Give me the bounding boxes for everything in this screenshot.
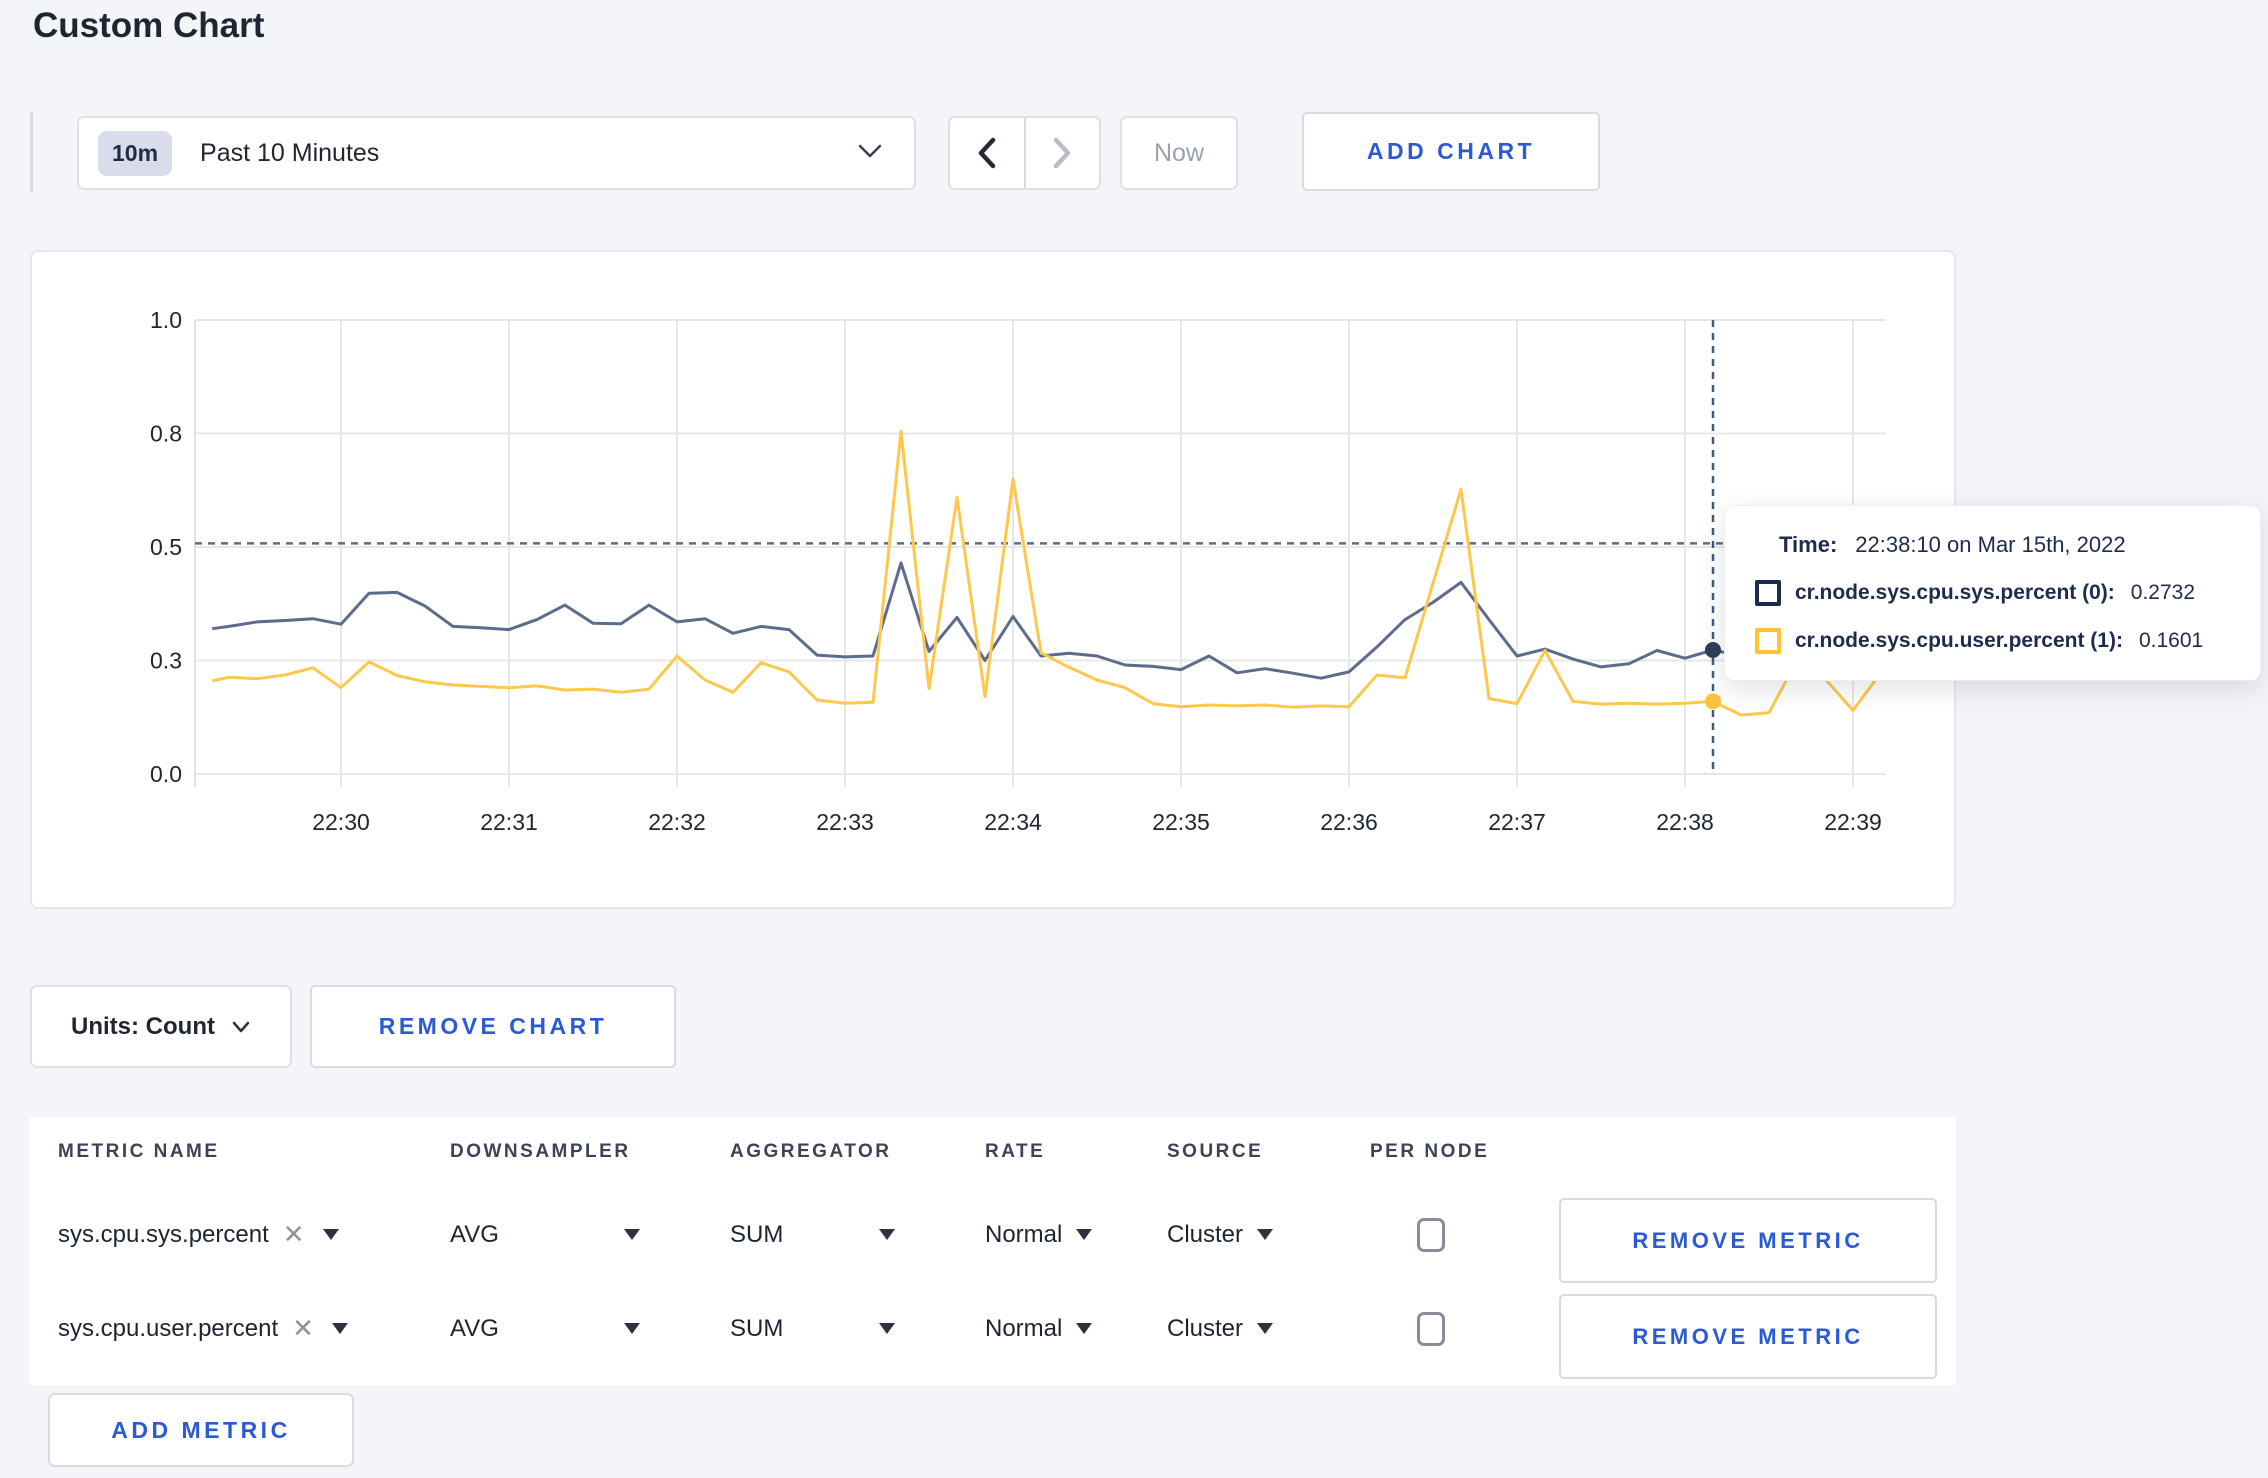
downsampler-dropdown[interactable]: AVG	[422, 1315, 702, 1343]
downsampler-dropdown[interactable]: AVG	[422, 1221, 702, 1249]
hover-dot-sys	[1705, 641, 1721, 658]
x-tick-label: 22:30	[312, 809, 370, 835]
aggregator-value: SUM	[730, 1220, 784, 1248]
y-tick-label: 0.0	[150, 761, 182, 787]
time-range-label: Past 10 Minutes	[200, 138, 380, 167]
y-tick-label: 1.0	[150, 307, 182, 333]
column-header-metric-name: METRIC NAME	[58, 1141, 220, 1162]
source-value: Cluster	[1167, 1314, 1244, 1342]
caret-down-icon	[1257, 1323, 1274, 1334]
remove-chart-button[interactable]: REMOVE CHART	[310, 985, 676, 1068]
x-tick-label: 22:31	[480, 809, 538, 835]
caret-down-icon[interactable]	[322, 1229, 339, 1240]
units-dropdown[interactable]: Units: Count	[30, 985, 292, 1068]
column-header-aggregator: AGGREGATOR	[730, 1141, 892, 1162]
x-tick-label: 22:39	[1824, 809, 1882, 835]
x-tick-label: 22:38	[1656, 809, 1714, 835]
downsampler-value: AVG	[450, 1220, 499, 1248]
source-dropdown[interactable]: Cluster	[1137, 1315, 1332, 1343]
time-range-dropdown[interactable]: 10m Past 10 Minutes	[77, 116, 916, 190]
units-label: Units: Count	[71, 1012, 215, 1040]
metrics-table: METRIC NAME DOWNSAMPLER AGGREGATOR RATE …	[30, 1117, 1956, 1385]
caret-down-icon	[624, 1229, 640, 1240]
add-metric-button[interactable]: ADD METRIC	[48, 1393, 354, 1467]
column-header-downsampler: DOWNSAMPLER	[450, 1141, 631, 1162]
clear-metric-icon[interactable]: ✕	[283, 1219, 305, 1250]
x-tick-label: 22:34	[984, 809, 1042, 835]
caret-down-icon	[1076, 1323, 1093, 1334]
column-header-source: SOURCE	[1167, 1141, 1264, 1162]
per-node-cell	[1332, 1217, 1527, 1252]
clear-metric-icon[interactable]: ✕	[292, 1313, 314, 1344]
now-button[interactable]: Now	[1120, 116, 1238, 190]
timeseries-chart[interactable]: 0.0 0.3 0.5 0.8 1.0 22:30 22:31 22:32 22:33 22:34…	[32, 252, 1958, 911]
chevron-down-icon	[232, 1021, 250, 1032]
x-tick-label: 22:35	[1152, 809, 1210, 835]
rate-value: Normal	[985, 1314, 1063, 1342]
rate-value: Normal	[985, 1220, 1063, 1248]
x-tick-label: 22:37	[1488, 809, 1546, 835]
metric-name-dropdown[interactable]: sys.cpu.sys.percent ✕	[30, 1219, 422, 1250]
controls-left-divider	[30, 112, 33, 192]
time-nav-group	[948, 116, 1101, 190]
column-header-per-node: PER NODE	[1370, 1141, 1490, 1162]
x-tick-label: 22:33	[816, 809, 874, 835]
next-time-button[interactable]	[1023, 118, 1100, 188]
tooltip-series-label: cr.node.sys.cpu.sys.percent (0):	[1795, 581, 2115, 604]
per-node-checkbox[interactable]	[1417, 1217, 1445, 1252]
caret-down-icon	[1257, 1229, 1274, 1240]
y-tick-label: 0.8	[150, 421, 182, 447]
remove-metric-button[interactable]: REMOVE METRIC	[1559, 1198, 1937, 1283]
tooltip-series-label: cr.node.sys.cpu.user.percent (1):	[1795, 629, 2123, 652]
x-tick-label: 22:36	[1320, 809, 1378, 835]
caret-down-icon	[879, 1323, 895, 1334]
series-sys-swatch-icon	[1755, 580, 1781, 606]
rate-dropdown[interactable]: Normal	[957, 1315, 1137, 1343]
metric-name-dropdown[interactable]: sys.cpu.user.percent ✕	[30, 1313, 422, 1344]
caret-down-icon[interactable]	[331, 1323, 348, 1334]
source-value: Cluster	[1167, 1220, 1244, 1248]
page-title: Custom Chart	[33, 6, 265, 45]
aggregator-dropdown[interactable]: SUM	[702, 1221, 957, 1249]
caret-down-icon	[879, 1229, 895, 1240]
hover-dot-user	[1705, 693, 1721, 710]
tooltip-time-label: Time:	[1779, 532, 1838, 557]
time-range-badge: 10m	[98, 130, 173, 176]
tooltip-time-row: Time: 22:38:10 on Mar 15th, 2022	[1779, 532, 2260, 558]
chart-card: 0.0 0.3 0.5 0.8 1.0 22:30 22:31 22:32 22:33 22:34…	[30, 250, 2261, 911]
x-tick-label: 22:32	[648, 809, 706, 835]
chevron-left-icon	[978, 137, 995, 169]
chart-tooltip: Time: 22:38:10 on Mar 15th, 2022 cr.node.…	[1724, 505, 2261, 681]
downsampler-value: AVG	[450, 1314, 499, 1342]
add-chart-button[interactable]: ADD CHART	[1302, 112, 1600, 191]
metric-name-value: sys.cpu.sys.percent	[58, 1220, 269, 1248]
metrics-table-header: METRIC NAME DOWNSAMPLER AGGREGATOR RATE …	[30, 1117, 1956, 1187]
remove-metric-button[interactable]: REMOVE METRIC	[1559, 1294, 1937, 1379]
aggregator-dropdown[interactable]: SUM	[702, 1315, 957, 1343]
chevron-down-icon	[856, 141, 884, 166]
rate-dropdown[interactable]: Normal	[957, 1221, 1137, 1249]
y-tick-label: 0.3	[150, 648, 182, 674]
tooltip-series-value: 0.2732	[2130, 581, 2196, 604]
source-dropdown[interactable]: Cluster	[1137, 1221, 1332, 1249]
per-node-cell	[1332, 1311, 1527, 1346]
tooltip-series-value: 0.1601	[2138, 629, 2204, 652]
series-line-user	[211, 429, 1888, 717]
per-node-checkbox[interactable]	[1417, 1311, 1445, 1346]
tooltip-time-value: 22:38:10 on Mar 15th, 2022	[1855, 532, 2126, 557]
metric-name-value: sys.cpu.user.percent	[58, 1314, 279, 1342]
tooltip-series-row: cr.node.sys.cpu.user.percent (1): 0.1601	[1755, 628, 2260, 654]
caret-down-icon	[624, 1323, 640, 1334]
tooltip-series-row: cr.node.sys.cpu.sys.percent (0): 0.2732	[1755, 580, 2260, 606]
y-tick-label: 0.5	[150, 534, 182, 560]
prev-time-button[interactable]	[950, 118, 1024, 188]
caret-down-icon	[1076, 1229, 1093, 1240]
column-header-rate: RATE	[985, 1141, 1046, 1162]
aggregator-value: SUM	[730, 1314, 784, 1342]
series-user-swatch-icon	[1755, 628, 1781, 654]
chevron-right-icon	[1054, 137, 1071, 169]
